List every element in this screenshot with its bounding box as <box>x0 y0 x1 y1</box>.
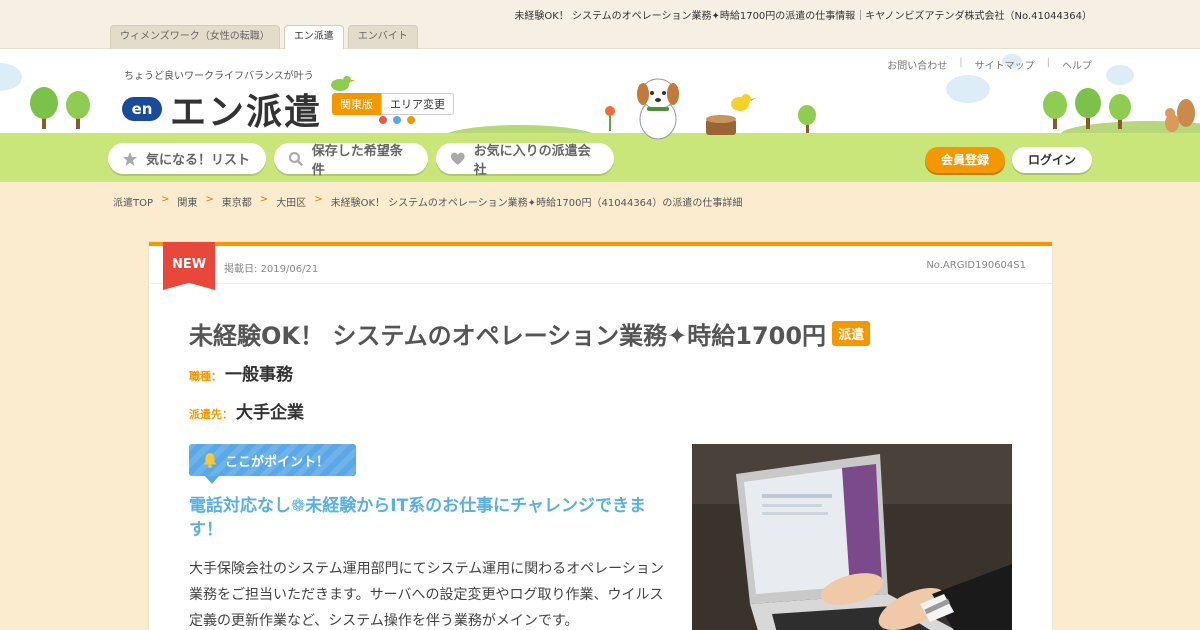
job-title-text: 未経験OK！ システムのオペレーション業務✦時給1700円 <box>189 322 827 350</box>
nav-saved-search-button[interactable]: 保存した希望条件 <box>274 143 428 178</box>
destination-value: 大手企業 <box>236 403 304 423</box>
star-icon <box>123 151 137 166</box>
nav-saved-search-label: 保存した希望条件 <box>311 143 403 178</box>
tree-icon <box>30 87 90 129</box>
chevron-right-icon: > <box>205 194 214 205</box>
chevron-right-icon: > <box>259 194 269 205</box>
job-type-label: 職種： <box>189 370 222 383</box>
job-number: No.ARGID190604S1 <box>926 260 1026 271</box>
sitemap-link[interactable]: サイトマップ <box>975 57 1035 72</box>
chevron-right-icon: > <box>314 194 323 205</box>
divider: | <box>959 57 963 68</box>
contact-link[interactable]: お問い合わせ <box>887 57 947 72</box>
dog-mascot-icon <box>637 78 679 140</box>
bird-icon <box>706 94 756 135</box>
chevron-right-icon: > <box>161 194 170 205</box>
site-tab-womens-work[interactable]: ウィメンズワーク（女性の転職） <box>110 25 280 49</box>
new-badge: NEW <box>163 242 215 290</box>
bell-icon <box>203 453 217 468</box>
breadcrumb-item[interactable]: 東京都 <box>222 194 252 209</box>
bird-icon <box>331 76 355 91</box>
register-button[interactable]: 会員登録 <box>925 147 1005 173</box>
site-tab-en-haken[interactable]: エン派遣 <box>283 25 344 50</box>
login-button[interactable]: ログイン <box>1012 147 1092 173</box>
nav-favorite-agencies-label: お気に入りの派遣会社 <box>473 143 591 178</box>
region-change-button[interactable]: エリア変更 <box>381 93 454 115</box>
employment-type-badge: 派遣 <box>832 321 871 346</box>
breadcrumb-current: 未経験OK！ システムのオペレーション業務✦時給1700円（41044364）の… <box>330 198 743 209</box>
search-icon <box>288 151 304 166</box>
destination-label: 派遣先： <box>189 408 233 421</box>
point-label: ここがポイント！ <box>225 454 330 470</box>
site-tagline: ちょうど良いワークライフバランスが叶う <box>124 71 314 82</box>
job-type-value: 一般事務 <box>225 365 293 385</box>
heart-icon <box>450 152 465 165</box>
job-photo <box>692 444 1012 630</box>
posted-date-value: 2019/06/21 <box>260 264 319 275</box>
site-header: お問い合わせ | サイトマップ | ヘルプ ちょうど良いワークライフバランスが叶… <box>0 49 1200 182</box>
page-meta-title: 未経験OK！ システムのオペレーション業務✦時給1700円の派遣の仕事情報｜キヤ… <box>514 11 1092 22</box>
point-badge: ここがポイント！ <box>189 444 356 484</box>
job-description: 大手保険会社のシステム運用部門にてシステム運用に関わるオペレーション業務をご担当… <box>189 561 664 629</box>
logo-text: エン派遣 <box>170 92 323 133</box>
divider: | <box>1046 57 1050 68</box>
job-title: 未経験OK！ システムのオペレーション業務✦時給1700円 派遣 <box>189 316 871 351</box>
destination-row: 派遣先： 大手企業 <box>189 398 304 423</box>
region-selector: 関東版 エリア変更 <box>332 93 454 115</box>
nav-watchlist-button[interactable]: 気になる！リスト <box>108 143 266 174</box>
nav-favorite-agencies-button[interactable]: お気に入りの派遣会社 <box>436 143 614 178</box>
job-type-row: 職種： 一般事務 <box>189 360 293 385</box>
site-logo[interactable]: en エン派遣 <box>122 83 322 135</box>
job-meta-bar: NEW 掲載日: 2019/06/21 No.ARGID190604S1 <box>149 242 1052 290</box>
job-catchphrase: 電話対応なし❁未経験からIT系のお仕事にチャレンジできます！ <box>189 496 646 540</box>
nav-watchlist-label: 気になる！リスト <box>146 153 251 168</box>
breadcrumb-item[interactable]: 関東 <box>177 194 197 209</box>
breadcrumb-item[interactable]: 大田区 <box>276 194 306 209</box>
help-link[interactable]: ヘルプ <box>1062 57 1092 72</box>
en-logo-mark: en <box>122 97 162 121</box>
breadcrumb: 派遣TOP > 関東 > 東京都 > 大田区 > 未経験OK！ システムのオペレ… <box>113 194 742 209</box>
top-strip: ウィメンズワーク（女性の転職） エン派遣 エンバイト 未経験OK！ システムのオ… <box>0 0 1200 50</box>
posted-label: 掲載日: <box>224 264 258 275</box>
site-tabs: ウィメンズワーク（女性の転職） エン派遣 エンバイト <box>110 25 418 50</box>
laptop-photo-image <box>692 444 1012 630</box>
job-card: NEW 掲載日: 2019/06/21 No.ARGID190604S1 未経験… <box>149 242 1052 630</box>
header-links: お問い合わせ | サイトマップ | ヘルプ <box>887 57 1092 72</box>
site-tab-en-baito[interactable]: エンバイト <box>347 25 418 49</box>
current-region-label: 関東版 <box>332 93 381 115</box>
posted-date: 掲載日: 2019/06/21 <box>224 260 318 275</box>
breadcrumb-item[interactable]: 派遣TOP <box>113 194 153 209</box>
